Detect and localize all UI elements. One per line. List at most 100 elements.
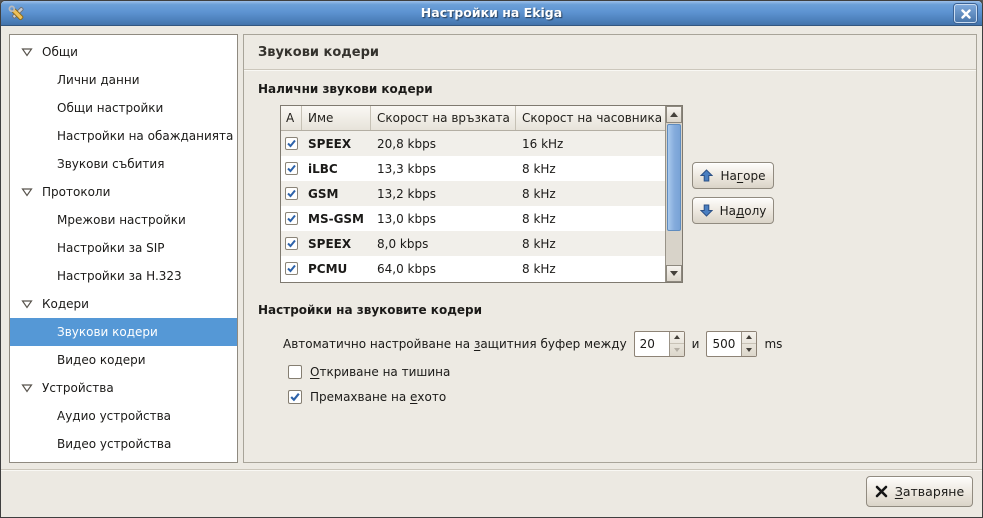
sidebar-item-zvukovi-koderi[interactable]: Звукови кодери [10, 318, 237, 346]
sidebar-item-nastroyki-na-obazhdaniyata[interactable]: Настройки на обажданията [10, 122, 237, 150]
spin-arrows [669, 332, 684, 356]
column-header-active[interactable]: А [281, 106, 302, 130]
codec-clock: 8 kHz [516, 162, 665, 176]
spin-down-button[interactable] [670, 343, 684, 356]
spin-down-button[interactable] [742, 343, 756, 356]
jitter-min-value[interactable]: 20 [635, 332, 669, 356]
sidebar-group-label: Общи [42, 45, 78, 59]
jitter-conjunction-label: и [692, 337, 700, 351]
sidebar-group-label: Устройства [42, 381, 114, 395]
scroll-down-button[interactable] [666, 265, 682, 282]
codec-bitrate: 64,0 kbps [371, 262, 516, 276]
sidebar-group-label: Кодери [42, 297, 89, 311]
move-up-label: Нагоре [720, 169, 765, 183]
titlebar[interactable]: Настройки на Ekiga [1, 1, 982, 26]
jitter-min-spinbutton[interactable]: 20 [634, 331, 685, 357]
codecs-section-label: Налични звукови кодери [258, 82, 433, 96]
expander-icon[interactable] [21, 299, 33, 309]
codec-enabled-checkbox[interactable] [285, 212, 298, 225]
sidebar-item-video-ustroystva[interactable]: Видео устройства [10, 430, 237, 458]
sidebar-group-obshti[interactable]: Общи [10, 38, 237, 66]
spin-down-icon [674, 348, 680, 352]
sidebar-item-label: Звукови събития [57, 157, 164, 171]
codec-enabled-checkbox[interactable] [285, 187, 298, 200]
jitter-buffer-label: Автоматично настройване на защитния буфе… [283, 337, 627, 351]
preferences-dialog: Настройки на Ekiga Общи Лични данни Общи… [0, 0, 983, 518]
table-row[interactable]: GSM 13,2 kbps 8 kHz [281, 181, 665, 206]
move-down-button[interactable]: Надолу [692, 197, 774, 224]
sidebar-group-ustroystva[interactable]: Устройства [10, 374, 237, 402]
echo-cancellation-label: Премахване на ехото [310, 390, 446, 404]
table-row[interactable]: MS-GSM 13,0 kbps 8 kHz [281, 206, 665, 231]
table-row[interactable]: SPEEX 8,0 kbps 8 kHz [281, 231, 665, 256]
sidebar-item-label: Лични данни [57, 73, 140, 87]
sidebar-group-protokoli[interactable]: Протоколи [10, 178, 237, 206]
checkmark-icon [286, 213, 297, 224]
codec-enabled-checkbox[interactable] [285, 162, 298, 175]
expander-icon[interactable] [21, 383, 33, 393]
sidebar-item-label: Настройки за H.323 [57, 269, 182, 283]
window-close-button[interactable] [954, 4, 977, 23]
column-header-clock[interactable]: Скорост на часовника [516, 106, 665, 130]
checkmark-icon [286, 238, 297, 249]
codec-name: iLBC [302, 162, 371, 176]
arrow-down-icon [670, 271, 678, 276]
sidebar-group-koderi[interactable]: Кодери [10, 290, 237, 318]
silence-detection-label: Откриване на тишина [310, 365, 450, 379]
silence-detection-checkbox[interactable] [288, 365, 302, 379]
echo-cancellation-row[interactable]: Премахване на ехото [288, 390, 446, 404]
expander-icon[interactable] [21, 47, 33, 57]
codec-bitrate: 13,2 kbps [371, 187, 516, 201]
echo-cancellation-checkbox[interactable] [288, 390, 302, 404]
close-x-icon [875, 485, 888, 498]
table-row[interactable]: iLBC 13,3 kbps 8 kHz [281, 156, 665, 181]
move-down-label: Надолу [720, 204, 767, 218]
codec-enabled-checkbox[interactable] [285, 137, 298, 150]
checkmark-icon [286, 138, 297, 149]
table-row[interactable]: SPEEX 20,8 kbps 16 kHz [281, 131, 665, 156]
move-up-button[interactable]: Нагоре [692, 162, 774, 189]
scrollbar-thumb[interactable] [667, 124, 681, 231]
column-header-name[interactable]: Име [302, 106, 371, 130]
codec-name: PCMU [302, 262, 371, 276]
column-header-bitrate[interactable]: Скорост на връзката [371, 106, 516, 130]
sidebar-item-mrezhovi-nastroyki[interactable]: Мрежови настройки [10, 206, 237, 234]
audio-codecs-page: Звукови кодери Налични звукови кодери А … [243, 34, 977, 463]
table-vertical-scrollbar[interactable] [665, 106, 682, 282]
codec-name: SPEEX [302, 137, 371, 151]
sidebar-item-nastroyki-za-h323[interactable]: Настройки за H.323 [10, 262, 237, 290]
codec-table: А Име Скорост на връзката Скорост на час… [280, 105, 683, 283]
close-icon [961, 9, 971, 19]
sidebar-item-audio-ustroystva[interactable]: Аудио устройства [10, 402, 237, 430]
sidebar-group-label: Протоколи [42, 185, 110, 199]
spin-up-button[interactable] [670, 332, 684, 344]
sidebar-item-label: Настройки за SIP [57, 241, 165, 255]
close-button[interactable]: Затваряне [866, 476, 973, 507]
settings-tree: Общи Лични данни Общи настройки Настройк… [9, 34, 238, 463]
spin-down-icon [746, 348, 752, 352]
expander-icon[interactable] [21, 187, 33, 197]
sidebar-item-label: Настройки на обажданията [57, 129, 233, 143]
jitter-max-spinbutton[interactable]: 500 [706, 331, 757, 357]
table-row[interactable]: PCMU 64,0 kbps 8 kHz [281, 256, 665, 281]
codec-enabled-checkbox[interactable] [285, 237, 298, 250]
codec-clock: 16 kHz [516, 137, 665, 151]
checkmark-icon [286, 263, 297, 274]
codec-bitrate: 8,0 kbps [371, 237, 516, 251]
sidebar-item-label: Видео кодери [57, 353, 146, 367]
codec-bitrate: 13,3 kbps [371, 162, 516, 176]
silence-detection-row[interactable]: Откриване на тишина [288, 365, 450, 379]
sidebar-item-lichni-danni[interactable]: Лични данни [10, 66, 237, 94]
scroll-up-button[interactable] [666, 106, 682, 123]
checkmark-icon [286, 163, 297, 174]
sidebar-item-nastroyki-za-sip[interactable]: Настройки за SIP [10, 234, 237, 262]
codec-enabled-checkbox[interactable] [285, 262, 298, 275]
sidebar-item-label: Звукови кодери [57, 325, 158, 339]
codec-name: GSM [302, 187, 371, 201]
sidebar-item-video-koderi[interactable]: Видео кодери [10, 346, 237, 374]
sidebar-item-zvukovi-sabitiya[interactable]: Звукови събития [10, 150, 237, 178]
codec-name: MS-GSM [302, 212, 371, 226]
sidebar-item-obshti-nastroyki[interactable]: Общи настройки [10, 94, 237, 122]
spin-up-button[interactable] [742, 332, 756, 344]
jitter-max-value[interactable]: 500 [707, 332, 741, 356]
